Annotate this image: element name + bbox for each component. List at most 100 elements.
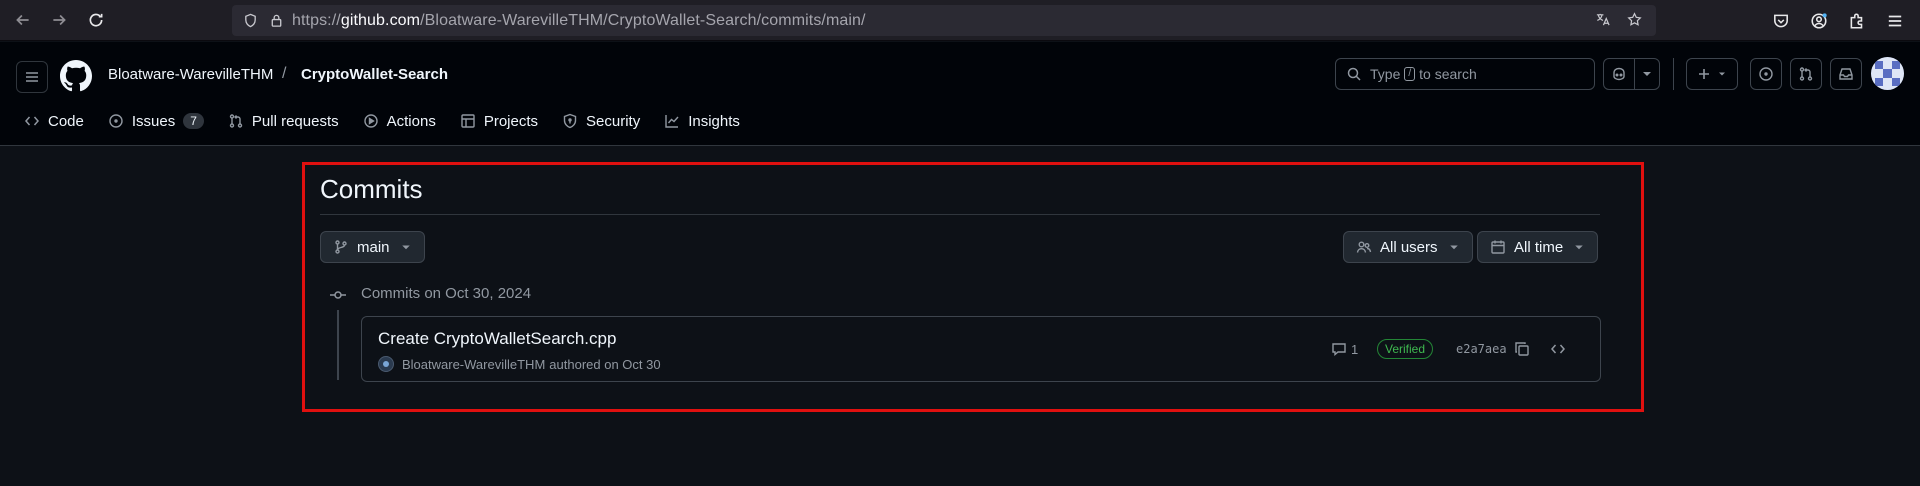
comment-icon: [1332, 343, 1346, 356]
commit-sha-link[interactable]: e2a7aea: [1456, 342, 1507, 356]
pocket-button[interactable]: [1764, 4, 1798, 38]
git-branch-icon: [335, 240, 347, 254]
users-filter-button[interactable]: All users: [1343, 231, 1473, 263]
tracking-shield-icon[interactable]: [240, 11, 260, 31]
author-avatar[interactable]: [378, 356, 394, 372]
time-filter-label: All time: [1514, 238, 1564, 256]
tab-security[interactable]: Security: [554, 104, 648, 138]
github-header: Bloatware-WarevilleTHM / CryptoWallet-Se…: [0, 42, 1920, 146]
github-logo-icon[interactable]: [60, 60, 92, 92]
tab-label: Projects: [483, 112, 539, 130]
search-placeholder-1: Type: [1370, 66, 1401, 82]
arrow-left-icon: [16, 14, 29, 26]
commit-title-link[interactable]: Create CryptoWalletSearch.cpp: [378, 329, 616, 349]
code-icon: [25, 116, 39, 126]
tab-label: Code: [48, 112, 84, 130]
reload-button[interactable]: [79, 3, 113, 37]
tab-label: Issues: [131, 112, 176, 130]
issues-counter: 7: [183, 113, 204, 129]
people-icon: [1356, 241, 1372, 253]
git-pull-request-icon: [1799, 67, 1813, 81]
global-nav-button[interactable]: [16, 61, 48, 93]
timeline-line: [337, 310, 339, 380]
reload-icon: [89, 13, 103, 27]
url-text[interactable]: https://github.com/Bloatware-WarevilleTH…: [292, 12, 866, 30]
triangle-down-icon: [1719, 72, 1725, 76]
commit-row[interactable]: Create CryptoWalletSearch.cpp Bloatware-…: [361, 316, 1601, 382]
inbox-button[interactable]: [1830, 58, 1862, 90]
commit-meta: Bloatware-WarevilleTHM authored on Oct 3…: [378, 356, 661, 372]
tab-label: Security: [586, 112, 641, 130]
three-bars-icon: [26, 72, 38, 82]
branch-select-button[interactable]: main: [320, 231, 425, 263]
branch-label: main: [357, 238, 390, 256]
triangle-down-icon: [401, 245, 410, 250]
comment-count-link[interactable]: 1: [1331, 341, 1358, 357]
code-icon: [1551, 344, 1565, 354]
lock-icon[interactable]: [266, 11, 286, 31]
pull-requests-button[interactable]: [1790, 58, 1822, 90]
tab-pull-requests[interactable]: Pull requests: [220, 104, 347, 138]
tab-projects[interactable]: Projects: [452, 104, 546, 138]
copy-sha-button[interactable]: [1510, 337, 1534, 361]
commit-author-link[interactable]: Bloatware-WarevilleTHM: [402, 357, 545, 372]
commit-group-label: Commits on Oct 30, 2024: [361, 285, 532, 302]
search-shortcut-key: /: [1404, 67, 1416, 81]
play-icon: [363, 114, 378, 128]
comment-count: 1: [1351, 341, 1359, 357]
tab-label: Insights: [688, 112, 740, 130]
calendar-icon: [1491, 240, 1505, 254]
header-divider: [1673, 58, 1674, 90]
copilot-button[interactable]: [1603, 58, 1635, 90]
menu-button[interactable]: [1878, 4, 1912, 38]
copy-icon: [1515, 342, 1529, 356]
issue-icon: [109, 114, 123, 128]
verified-badge[interactable]: Verified: [1377, 339, 1434, 359]
search-icon: [1347, 67, 1361, 81]
account-icon: [1811, 13, 1827, 29]
shield-icon: [563, 113, 577, 129]
tab-issues[interactable]: Issues 7: [100, 104, 212, 138]
git-commit-icon: [329, 286, 347, 304]
user-avatar[interactable]: [1871, 57, 1904, 90]
triangle-down-icon: [1575, 245, 1583, 250]
graph-icon: [665, 115, 679, 128]
address-bar[interactable]: https://github.com/Bloatware-WarevilleTH…: [232, 5, 1656, 36]
search-placeholder-2: to search: [1419, 66, 1477, 82]
browser-toolbar: https://github.com/Bloatware-WarevilleTH…: [0, 0, 1920, 41]
repo-nav: Code Issues 7 Pull requests Actions Proj…: [16, 104, 756, 138]
translate-icon[interactable]: [1592, 9, 1612, 29]
forward-button[interactable]: [42, 3, 76, 37]
page-title: Commits: [320, 174, 423, 204]
tab-code[interactable]: Code: [16, 104, 92, 138]
menu-icon: [1888, 15, 1902, 27]
pull-request-icon: [229, 114, 243, 128]
back-button[interactable]: [6, 3, 40, 37]
table-icon: [461, 114, 475, 128]
tab-insights[interactable]: Insights: [656, 104, 748, 138]
copilot-icon: [1613, 67, 1625, 81]
extensions-button[interactable]: [1840, 4, 1874, 38]
triangle-down-icon: [1449, 245, 1458, 250]
search-input[interactable]: Type / to search: [1335, 58, 1595, 90]
time-filter-button[interactable]: All time: [1477, 231, 1599, 263]
triangle-down-icon: [1643, 72, 1651, 76]
users-filter-label: All users: [1380, 238, 1438, 256]
inbox-icon: [1839, 68, 1853, 80]
account-button[interactable]: [1802, 4, 1836, 38]
create-new-button[interactable]: [1686, 58, 1738, 90]
tab-label: Pull requests: [251, 112, 339, 130]
copilot-dropdown-button[interactable]: [1634, 58, 1660, 90]
plus-icon: [1699, 69, 1709, 79]
browse-files-button[interactable]: [1546, 337, 1570, 361]
tab-actions[interactable]: Actions: [355, 104, 444, 138]
breadcrumb-separator: /: [282, 65, 287, 82]
puzzle-icon: [1850, 13, 1863, 29]
issue-opened-icon: [1759, 67, 1773, 81]
bookmark-star-icon[interactable]: [1624, 9, 1644, 29]
title-divider: [320, 214, 1600, 215]
breadcrumb-repo[interactable]: CryptoWallet-Search: [301, 66, 448, 83]
tab-label: Actions: [386, 112, 436, 130]
issues-button[interactable]: [1750, 58, 1782, 90]
breadcrumb-owner[interactable]: Bloatware-WarevilleTHM: [108, 66, 273, 83]
